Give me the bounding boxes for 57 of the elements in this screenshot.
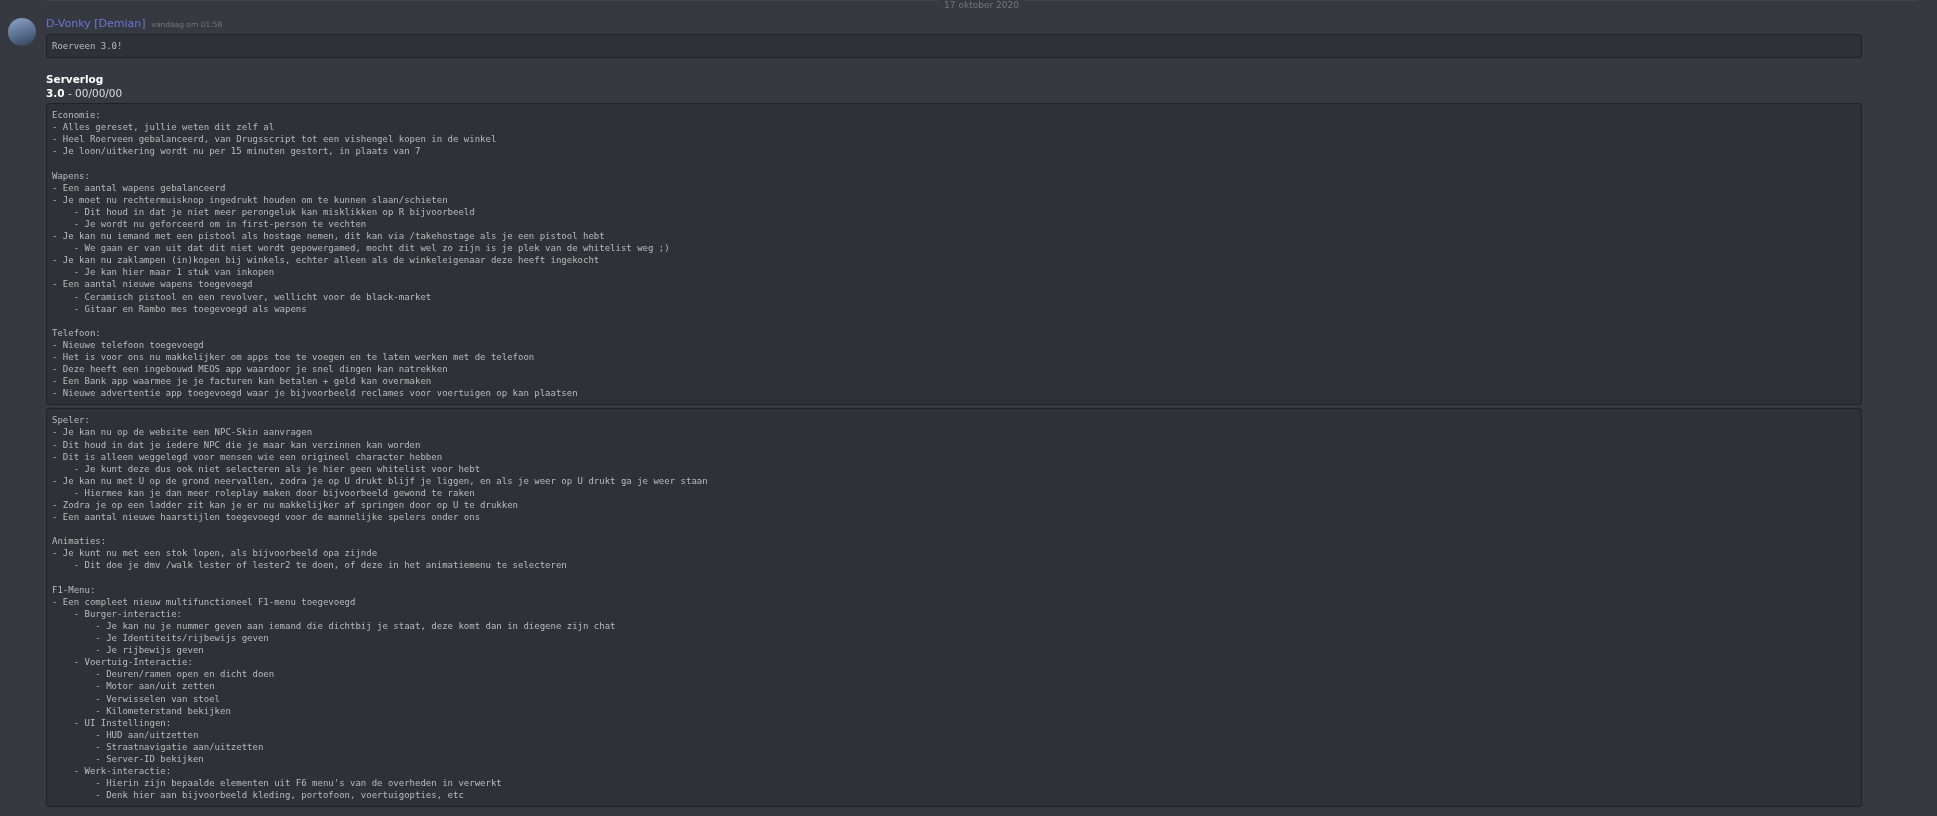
code-line: - Ceramisch pistool en een revolver, wellicht voor de black-market bbox=[72, 291, 432, 302]
code-line: Economie: bbox=[52, 110, 101, 121]
code-line: - Je Identiteits/rijbewijs geven bbox=[94, 633, 269, 644]
code-line: - UI Instellingen: bbox=[72, 717, 172, 728]
code-line: - Je kunt deze dus ook niet selecteren als je hier geen whitelist voor hebt bbox=[72, 463, 481, 474]
code-line: - Kilometerstand bekijken bbox=[94, 705, 231, 716]
code-line: - Werk-interactie: bbox=[72, 766, 172, 777]
author-name[interactable]: D-Vonky [Demian] bbox=[46, 17, 146, 30]
code-line: - Een aantal wapens gebalanceerd bbox=[52, 182, 226, 193]
code-line: - Dit is alleen weggelegd voor mensen wie een origineel character hebben bbox=[52, 451, 443, 462]
code-line: - Zodra je op een ladder zit kan je er nu makkelijker af springen door op U te drukken bbox=[52, 500, 518, 510]
code-line: - Server-ID bekijken bbox=[94, 753, 204, 764]
code-line: - Je kan nu je nummer geven aan iemand die dichtbij je staat, deze komt dan in diegene zijn chat bbox=[94, 620, 616, 631]
code-line: - Je kan nu zaklampen (in)kopen bij winkels, echter alleen als de winkeleigenaar deze heeft ingekocht bbox=[52, 255, 600, 266]
code-line: F1-Menu: bbox=[52, 584, 96, 595]
code-line: - HUD aan/uitzetten bbox=[94, 729, 199, 740]
message-heading: Serverlog bbox=[46, 72, 105, 87]
code-line: - Een aantal nieuwe haarstijlen toegevoegd voor de mannelijke spelers onder ons bbox=[52, 512, 481, 523]
code-line: - Heel Roerveen gebalanceerd, van Drugsscript tot een vishengel kopen in de winkel bbox=[52, 134, 497, 145]
code-line: - Hierin zijn bepaalde elementen uit F6 menu's van de overheden in verwerkt bbox=[94, 778, 502, 789]
message-text: 3.0 - 00/00/00 bbox=[46, 86, 124, 101]
code-line: - Je kan nu iemand met een pistool als hostage nemen, dit kan via /takehostage als je een pistool hebt bbox=[52, 231, 605, 242]
code-line: - Het is voor ons nu makkelijker om apps toe te voegen en te laten werken met de telefoon bbox=[52, 351, 535, 362]
code-line: - Een Bank app waarmee je je facturen kan betalen + geld kan overmaken bbox=[52, 376, 432, 387]
code-line: - Een aantal nieuwe wapens toegevoegd bbox=[52, 279, 253, 290]
code-line: Telefoon: bbox=[52, 327, 101, 338]
code-line: - Je moet nu rechtermuisknop ingedrukt houden om te kunnen slaan/schieten bbox=[52, 194, 448, 205]
code-line: - Je kan hier maar 1 stuk van inkopen bbox=[72, 267, 275, 278]
code-line: - We gaan er van uit dat dit niet wordt gepowergamed, mocht dit wel zo zijn is je plek van de whitelist weg ;) bbox=[72, 243, 670, 254]
code-line: Animaties: bbox=[52, 536, 107, 547]
code-line: Wapens: bbox=[52, 170, 90, 181]
code-line: - Gitaar en Rambo mes toegevoegd als wapens bbox=[72, 303, 307, 314]
code-line: - Hiermee kan je dan meer roleplay maken door bijvoorbeeld gewond te raken bbox=[72, 487, 475, 498]
avatar[interactable] bbox=[8, 18, 36, 46]
code-line: - Je kan nu op de website een NPC-Skin aanvragen bbox=[52, 427, 313, 438]
code-line: - Deze heeft een ingebouwd MEOS app waardoor je snel dingen kan natrekken bbox=[52, 364, 448, 375]
code-line: - Een compleet nieuw multifunctioneel F1-menu toegevoegd bbox=[52, 596, 356, 607]
code-line: - Burger-interactie: bbox=[72, 608, 183, 619]
code-line: - Verwisselen van stoel bbox=[94, 693, 220, 704]
code-line: - Nieuwe advertentie app toegevoegd waar je bijvoorbeeld reclames voor voertuigen op kan plaatsen bbox=[52, 388, 578, 399]
code-line: - Dit doe je dmv /walk lester of lester2 te doen, of deze in het animatiemenu te selecteren bbox=[72, 560, 567, 571]
code-line: - Nieuwe telefoon toegevoegd bbox=[52, 339, 204, 350]
code-line: - Motor aan/uit zetten bbox=[94, 681, 215, 692]
code-line: - Je wordt nu geforceerd om in first-person te vechten bbox=[72, 218, 367, 229]
code-line: - Alles gereset, jullie weten dit zelf al bbox=[52, 122, 275, 133]
code-line: - Je rijbewijs geven bbox=[94, 645, 204, 656]
code-line: Speler: bbox=[52, 415, 90, 426]
code-line: - Je loon/uitkering wordt nu per 15 minuten gestort, in plaats van 7 bbox=[52, 146, 421, 157]
code-line: - Dit houd in dat je iedere NPC die je maar kan verzinnen kan worden bbox=[52, 439, 421, 450]
code-line: - Denk hier aan bijvoorbeeld kleding, portofoon, voertuigopties, etc bbox=[94, 790, 464, 801]
code-line: - Je kunt nu met een stok lopen, als bijvoorbeeld opa zijnde bbox=[52, 548, 378, 559]
code-line: - Straatnavigatie aan/uitzetten bbox=[94, 741, 264, 752]
code-line: - Je kan nu met U op de grond neervallen, zodra je op U drukt blijf je liggen, en als je weer op U drukt ga je weer staan bbox=[52, 475, 708, 486]
code-line: - Dit houd in dat je niet meer perongeluk kan misklikken op R bijvoorbeeld bbox=[72, 206, 475, 217]
code-line: - Voertuig-Interactie: bbox=[72, 657, 193, 668]
code-line: Roerveen 3.0! bbox=[52, 41, 123, 51]
code-line: - Deuren/ramen open en dicht doen bbox=[94, 669, 275, 680]
